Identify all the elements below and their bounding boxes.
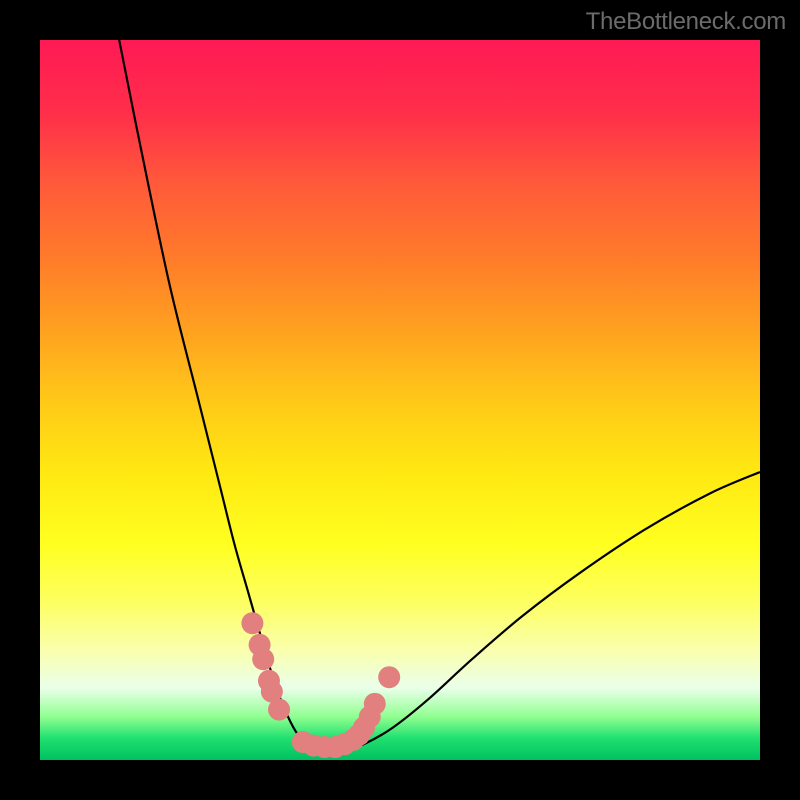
highlight-dot xyxy=(378,666,400,688)
highlight-dot xyxy=(268,699,290,721)
highlight-dots xyxy=(241,612,400,758)
plot-area xyxy=(40,40,760,760)
outer-frame: TheBottleneck.com xyxy=(0,0,800,800)
dots-layer xyxy=(40,40,760,760)
highlight-dot xyxy=(241,612,263,634)
watermark-text: TheBottleneck.com xyxy=(586,8,786,36)
highlight-dot xyxy=(364,693,386,715)
highlight-dot xyxy=(252,648,274,670)
